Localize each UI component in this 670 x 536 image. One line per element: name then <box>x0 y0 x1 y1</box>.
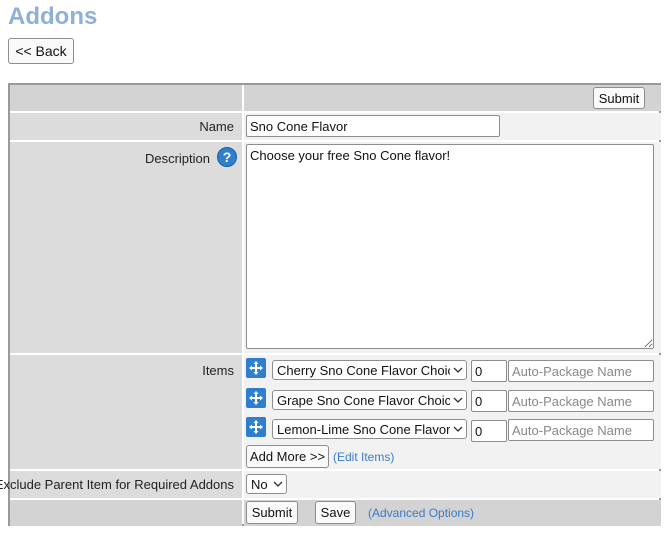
footer-bar-label-cell <box>10 500 242 526</box>
item-package-name-2[interactable] <box>508 390 654 412</box>
name-input[interactable] <box>246 115 500 137</box>
description-textarea[interactable]: Choose your free Sno Cone flavor! <box>246 144 654 349</box>
addon-form: Submit Name Description ? Choose your fr… <box>0 83 661 526</box>
page-title: Addons <box>8 3 98 30</box>
chevron-down-icon <box>450 361 466 379</box>
name-label: Name <box>199 119 234 134</box>
back-button[interactable]: << Back <box>8 38 74 64</box>
submit-button-top[interactable]: Submit <box>593 87 645 109</box>
description-label-cell: Description ? <box>10 142 242 353</box>
submit-button-bottom[interactable]: Submit <box>246 501 298 524</box>
description-label: Description <box>144 151 210 166</box>
exclude-parent-select-value: No <box>251 476 268 492</box>
add-more-button[interactable]: Add More >> <box>246 445 329 468</box>
item-package-name-3[interactable] <box>508 419 654 441</box>
exclude-parent-select[interactable]: No <box>246 474 287 494</box>
edit-items-link[interactable]: (Edit Items) <box>333 450 394 464</box>
help-icon[interactable]: ? <box>217 147 237 167</box>
name-value-cell <box>244 113 661 140</box>
move-arrows-icon[interactable] <box>246 358 266 378</box>
save-button[interactable]: Save <box>315 501 356 524</box>
chevron-down-icon <box>270 475 286 493</box>
chevron-down-icon <box>450 391 466 409</box>
item-qty-3[interactable] <box>471 420 507 442</box>
exclude-parent-label-cell: Exclude Parent Item for Required Addons <box>0 471 242 498</box>
item-select-1-value: Cherry Sno Cone Flavor Choice (I <box>277 362 450 378</box>
item-qty-2[interactable] <box>471 390 507 412</box>
item-select-2[interactable]: Grape Sno Cone Flavor Choice (H <box>272 390 467 410</box>
exclude-parent-value-cell: No <box>244 471 661 498</box>
move-arrows-icon[interactable] <box>246 417 266 437</box>
item-select-3[interactable]: Lemon-Lime Sno Cone Flavor Ch <box>272 419 467 439</box>
chevron-down-icon <box>450 420 466 438</box>
item-select-2-value: Grape Sno Cone Flavor Choice (H <box>277 392 450 408</box>
items-label: Items <box>202 363 234 378</box>
item-package-name-1[interactable] <box>508 360 654 382</box>
exclude-parent-label: Exclude Parent Item for Required Addons <box>0 477 234 492</box>
items-label-cell: Items <box>10 355 242 469</box>
advanced-options-link[interactable]: (Advanced Options) <box>368 506 474 520</box>
move-arrows-icon[interactable] <box>246 388 266 408</box>
item-select-3-value: Lemon-Lime Sno Cone Flavor Ch <box>277 421 450 437</box>
description-value-cell: Choose your free Sno Cone flavor! <box>244 142 661 353</box>
item-select-1[interactable]: Cherry Sno Cone Flavor Choice (I <box>272 360 467 380</box>
top-bar-label-cell <box>10 85 242 111</box>
name-label-cell: Name <box>10 113 242 140</box>
items-value-cell: Cherry Sno Cone Flavor Choice (I Grape S… <box>244 355 661 469</box>
item-qty-1[interactable] <box>471 360 507 382</box>
